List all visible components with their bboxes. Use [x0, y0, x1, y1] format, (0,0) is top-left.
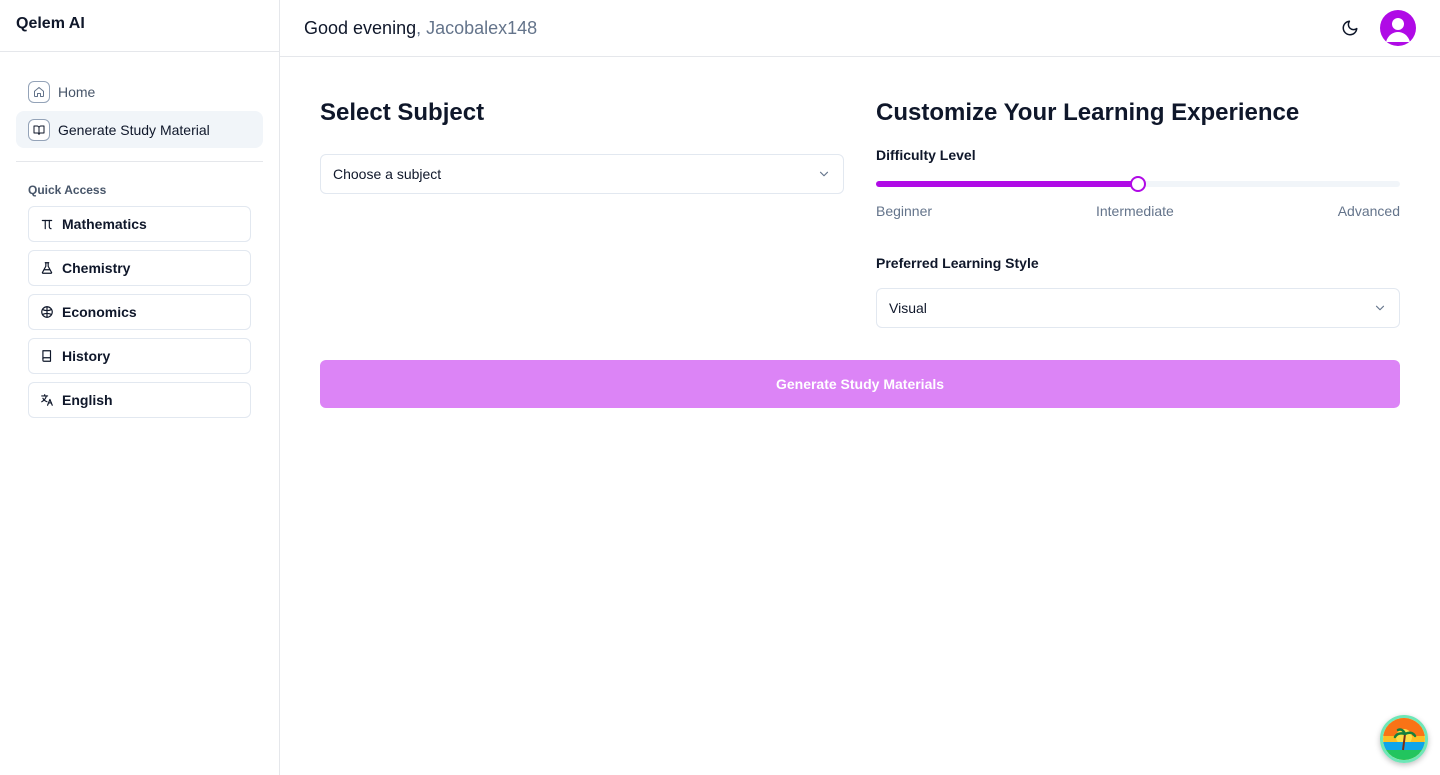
quick-access-label: English — [62, 392, 113, 408]
tick-intermediate: Intermediate — [1095, 203, 1174, 219]
user-icon — [1386, 18, 1410, 42]
customize-column: Customize Your Learning Experience Diffi… — [876, 97, 1400, 328]
subject-select[interactable]: Choose a subject — [320, 154, 844, 194]
quick-access-title: Quick Access — [28, 183, 107, 197]
sidebar-item-generate-study-material[interactable]: Generate Study Material — [16, 111, 263, 148]
app-root: Qelem AI Home Generate Study Material Qu… — [0, 0, 1440, 775]
globe-icon — [39, 304, 55, 320]
generate-study-materials-button[interactable]: Generate Study Materials — [320, 360, 1400, 408]
main-area: Good evening, Jacobalex148 Select Subjec… — [280, 0, 1440, 775]
tick-beginner: Beginner — [876, 203, 933, 219]
slider-thumb[interactable] — [1130, 176, 1146, 192]
app-logo-text[interactable]: Qelem AI — [0, 0, 279, 52]
learning-style-select[interactable]: Visual — [876, 288, 1400, 328]
sidebar: Qelem AI Home Generate Study Material Qu… — [0, 0, 280, 775]
learning-style-label: Preferred Learning Style — [876, 255, 1039, 271]
customize-title: Customize Your Learning Experience — [876, 99, 1300, 126]
content: Select Subject Choose a subject Customiz… — [280, 57, 1440, 408]
subject-select-value: Choose a subject — [333, 166, 442, 182]
floating-app-icon[interactable] — [1380, 715, 1428, 763]
subject-column: Select Subject Choose a subject — [320, 97, 844, 328]
difficulty-label: Difficulty Level — [876, 147, 976, 163]
tick-advanced: Advanced — [1337, 203, 1400, 219]
username-text: , Jacobalex148 — [416, 17, 538, 38]
quick-access-economics[interactable]: Economics — [28, 294, 251, 330]
difficulty-ticks: Beginner Intermediate Advanced — [876, 203, 1400, 219]
quick-access-label: Mathematics — [62, 216, 147, 232]
chevron-down-icon — [819, 171, 829, 177]
sidebar-item-home[interactable]: Home — [16, 74, 263, 110]
quick-access-label: Chemistry — [62, 260, 131, 276]
sidebar-item-label: Home — [58, 84, 96, 100]
greeting: Good evening, Jacobalex148 — [304, 18, 537, 39]
home-icon — [28, 81, 50, 103]
chevron-down-icon — [1375, 305, 1385, 311]
quick-access-label: Economics — [62, 304, 137, 320]
topbar: Good evening, Jacobalex148 — [280, 0, 1440, 57]
theme-toggle-button[interactable] — [1338, 16, 1362, 40]
pi-icon — [39, 216, 55, 232]
flask-icon — [39, 260, 55, 276]
select-subject-title: Select Subject — [320, 99, 485, 126]
top-actions — [1338, 10, 1416, 46]
quick-access-label: History — [62, 348, 111, 364]
quick-access-english[interactable]: English — [28, 382, 251, 418]
form-grid: Select Subject Choose a subject Customiz… — [320, 97, 1400, 328]
difficulty-slider[interactable] — [876, 174, 1400, 194]
learning-style-value: Visual — [889, 300, 927, 316]
sidebar-nav: Home Generate Study Material — [0, 52, 279, 149]
quick-access-mathematics[interactable]: Mathematics — [28, 206, 251, 242]
quick-access-history[interactable]: History — [28, 338, 251, 374]
avatar[interactable] — [1380, 10, 1416, 46]
quick-access-chemistry[interactable]: Chemistry — [28, 250, 251, 286]
translate-icon — [39, 392, 55, 408]
sidebar-item-label: Generate Study Material — [58, 121, 210, 138]
book-icon — [39, 348, 55, 364]
slider-fill — [876, 181, 1138, 187]
book-open-icon — [28, 118, 50, 141]
quick-access-list: Mathematics Chemistry Economics History — [0, 206, 279, 426]
beach-island-icon — [1383, 718, 1425, 760]
moon-icon — [1342, 20, 1358, 36]
greeting-text: Good evening — [304, 17, 417, 38]
